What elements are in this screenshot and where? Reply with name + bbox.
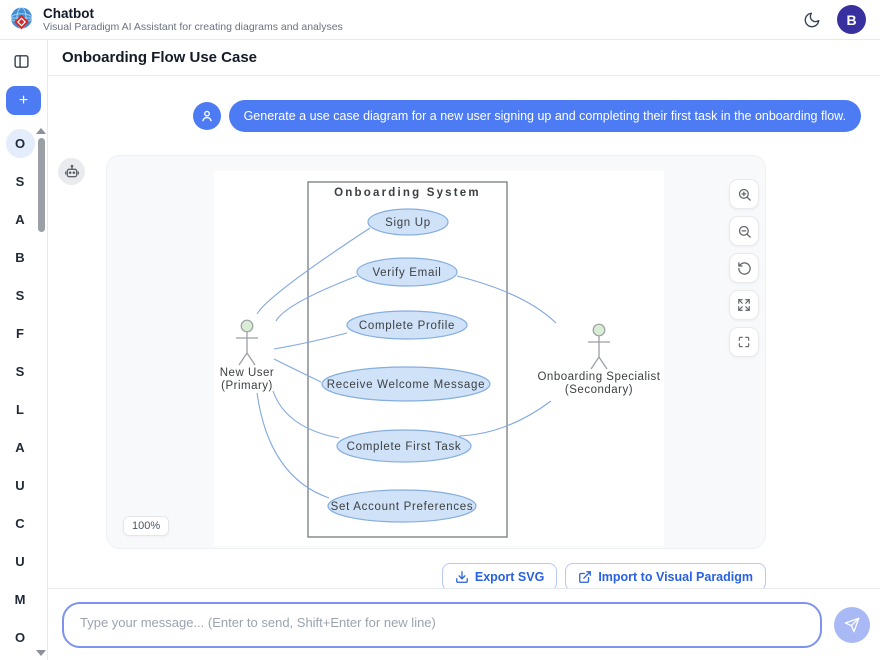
actor-figure	[236, 320, 258, 365]
use-case-label: Verify Email	[372, 267, 441, 279]
diagram-zoom-controls	[729, 179, 759, 357]
top-header: Chatbot Visual Paradigm AI Assistant for…	[0, 0, 880, 40]
actor-role-label: (Secondary)	[565, 384, 633, 396]
download-icon	[455, 570, 469, 584]
user-avatar	[193, 102, 221, 130]
reset-view-button[interactable]	[729, 253, 759, 283]
sidebar-item-conversation[interactable]: A	[0, 428, 40, 466]
conversation-initial: M	[6, 585, 35, 614]
page-title: Onboarding Flow Use Case	[62, 49, 257, 66]
sidebar-item-conversation[interactable]: S	[0, 352, 40, 390]
use-case-label: Set Account Preferences	[331, 501, 474, 513]
conversation-initial: S	[6, 357, 35, 386]
conversation-initial: B	[6, 243, 35, 272]
external-link-icon	[578, 570, 592, 584]
sidebar-item-conversation[interactable]: S	[0, 162, 40, 200]
actor-role-label: (Primary)	[221, 380, 273, 392]
zoom-level-badge: 100%	[123, 516, 169, 536]
conversation-initial: A	[6, 205, 35, 234]
sidebar-item-conversation[interactable]: B	[0, 238, 40, 276]
sidebar-toggle-button[interactable]	[9, 49, 34, 74]
app-title: Chatbot	[43, 6, 799, 21]
conversation-initial: F	[6, 319, 35, 348]
user-profile-avatar[interactable]: B	[837, 5, 866, 34]
fullscreen-button[interactable]	[729, 327, 759, 357]
panel-left-icon	[13, 53, 30, 70]
conversation-sidebar: + OSABSFSLAUCUMO	[0, 40, 48, 660]
export-svg-label: Export SVG	[475, 570, 544, 584]
conversation-initial: S	[6, 167, 35, 196]
message-input[interactable]	[64, 604, 820, 646]
fullscreen-corners-icon	[737, 335, 751, 349]
theme-toggle-button[interactable]	[799, 7, 825, 33]
system-boundary-label: Onboarding System	[334, 187, 481, 199]
export-svg-button[interactable]: Export SVG	[442, 563, 557, 588]
new-chat-button[interactable]: +	[6, 86, 41, 115]
app-title-block: Chatbot Visual Paradigm AI Assistant for…	[43, 6, 799, 34]
paper-plane-icon	[844, 617, 860, 633]
person-icon	[199, 108, 215, 124]
plus-icon: +	[19, 93, 28, 109]
bot-avatar	[58, 158, 85, 185]
sidebar-item-conversation[interactable]: C	[0, 504, 40, 542]
sidebar-item-conversation[interactable]: U	[0, 466, 40, 504]
conversation-initial: U	[6, 471, 35, 500]
fit-view-button[interactable]	[729, 290, 759, 320]
actor-name-label: Onboarding Specialist	[537, 371, 660, 383]
sidebar-item-conversation[interactable]: O	[0, 618, 40, 656]
conversation-list: OSABSFSLAUCUMO	[0, 124, 40, 656]
chat-scroll-area[interactable]: Generate a use case diagram for a new us…	[48, 76, 880, 588]
import-label: Import to Visual Paradigm	[598, 570, 753, 584]
robot-icon	[64, 164, 80, 180]
conversation-initial: S	[6, 281, 35, 310]
diagram-panel: Onboarding System Sign Up Verify Email Comp…	[106, 155, 766, 549]
conversation-initial: A	[6, 433, 35, 462]
rotate-ccw-icon	[737, 261, 752, 276]
main-area: Onboarding Flow Use Case Generate a use …	[48, 40, 880, 660]
conversation-initial: U	[6, 547, 35, 576]
sidebar-item-conversation[interactable]: U	[0, 542, 40, 580]
zoom-in-icon	[737, 187, 752, 202]
use-case-label: Receive Welcome Message	[327, 379, 485, 391]
sidebar-item-conversation[interactable]: M	[0, 580, 40, 618]
sidebar-item-conversation[interactable]: O	[0, 124, 40, 162]
sidebar-item-conversation[interactable]: S	[0, 276, 40, 314]
moon-icon	[803, 11, 821, 29]
use-case-label: Sign Up	[385, 217, 431, 229]
assistant-message-row: Onboarding System Sign Up Verify Email Comp…	[48, 155, 880, 549]
zoom-out-icon	[737, 224, 752, 239]
conversation-titlebar: Onboarding Flow Use Case	[48, 40, 880, 76]
expand-arrows-icon	[737, 298, 751, 312]
conversation-initial: C	[6, 509, 35, 538]
sidebar-scroll-up-arrow[interactable]	[36, 128, 46, 134]
use-case-diagram-svg: Onboarding System Sign Up Verify Email Comp…	[214, 171, 664, 546]
message-input-box	[62, 602, 822, 648]
chatbot-app: Chatbot Visual Paradigm AI Assistant for…	[0, 0, 880, 660]
send-button[interactable]	[834, 607, 870, 643]
diagram-canvas[interactable]: Onboarding System Sign Up Verify Email Comp…	[214, 171, 664, 546]
sidebar-item-conversation[interactable]: A	[0, 200, 40, 238]
app-subtitle: Visual Paradigm AI Assistant for creatin…	[43, 21, 799, 34]
conversation-initial: O	[6, 129, 35, 158]
user-message-row: Generate a use case diagram for a new us…	[48, 100, 880, 132]
sidebar-item-conversation[interactable]: L	[0, 390, 40, 428]
conversation-initial: O	[6, 623, 35, 652]
composer-bar	[48, 588, 880, 660]
actor-figure	[588, 324, 610, 369]
import-to-visual-paradigm-button[interactable]: Import to Visual Paradigm	[565, 563, 766, 588]
conversation-initial: L	[6, 395, 35, 424]
zoom-out-button[interactable]	[729, 216, 759, 246]
visual-paradigm-logo-icon	[8, 6, 35, 33]
sidebar-scroll-down-arrow[interactable]	[36, 650, 46, 656]
use-case-label: Complete Profile	[359, 320, 455, 332]
sidebar-item-conversation[interactable]: F	[0, 314, 40, 352]
user-message-bubble: Generate a use case diagram for a new us…	[229, 100, 861, 132]
sidebar-scrollbar-thumb[interactable]	[38, 138, 45, 232]
diagram-actions-row: Export SVG Import to Visual Paradigm	[48, 563, 880, 588]
use-case-label: Complete First Task	[347, 441, 462, 453]
zoom-in-button[interactable]	[729, 179, 759, 209]
actor-name-label: New User	[220, 367, 274, 379]
